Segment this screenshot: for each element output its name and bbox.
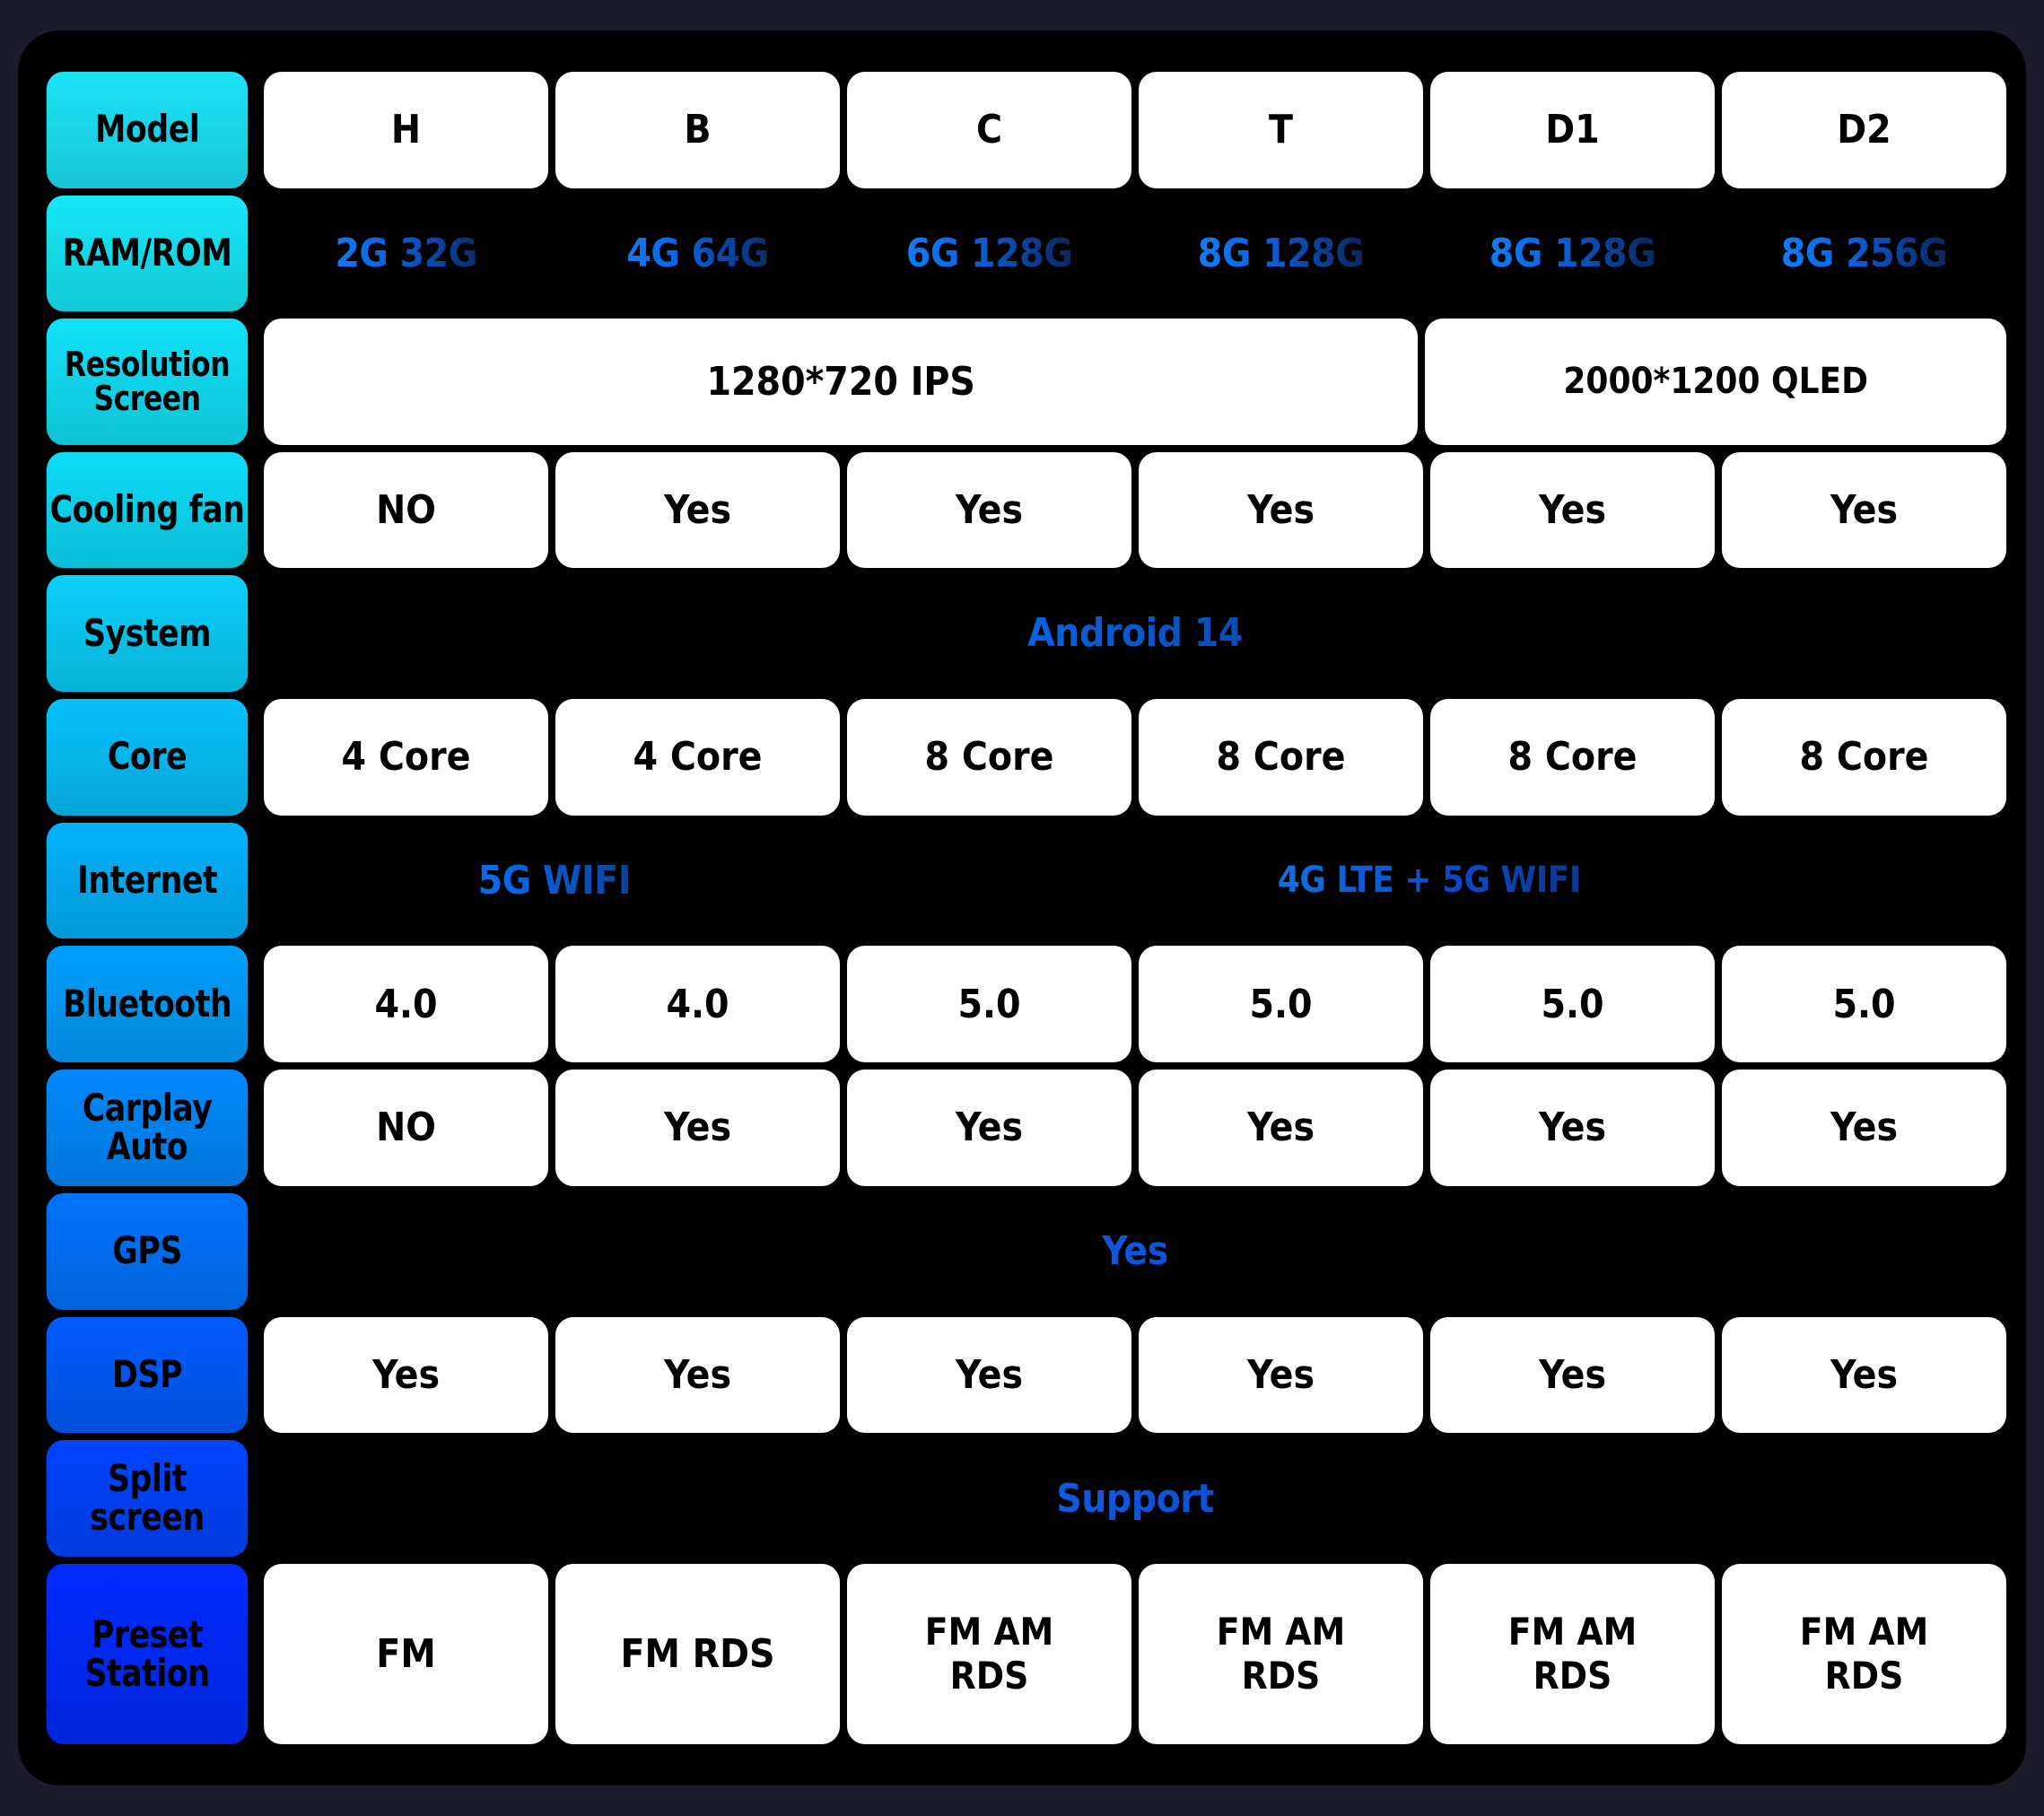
table-cell: 2000*1200 QLED (1425, 319, 2006, 445)
row-label-internet: Internet (46, 822, 249, 939)
table-row: Bluetooth 4.0 4.0 5.0 5.0 5.0 5.0 (38, 946, 2006, 1063)
table-cell: Yes (847, 1070, 1131, 1186)
table-cell: 6G 128G (847, 196, 1131, 312)
table-cell: Yes (1722, 1070, 2006, 1186)
table-cell: 4 Core (555, 698, 840, 816)
row-label-dsp: DSP (46, 1316, 249, 1434)
table-cell: FM AM RDS (1430, 1564, 1715, 1745)
table-cell: 8 Core (1139, 698, 1423, 816)
row-label-split-screen: Split screen (46, 1440, 249, 1557)
spec-table-frame: Model H B C T D1 D2 RAM/ROM 2G 32G 4G 64G 6G 128G 8… (18, 31, 2026, 1785)
table-cell: Yes (1139, 1316, 1423, 1434)
table-cell: Yes (1722, 1316, 2006, 1434)
row-label-preset-station: Preset Station (46, 1564, 249, 1745)
table-cell: Yes (847, 451, 1131, 569)
table-cell: NO (264, 1070, 548, 1186)
table-cell: Yes (1430, 451, 1715, 569)
table-cell: 4G LTE + 5G WIFI (852, 823, 2006, 939)
table-row: Core 4 Core 4 Core 8 Core 8 Core 8 Core 8 Core (38, 698, 2006, 816)
table-cell: FM RDS (555, 1564, 840, 1745)
table-cell: 8G 128G (1139, 196, 1423, 312)
table-cell: 5.0 (1430, 946, 1715, 1063)
table-row: Split screen Support (38, 1440, 2006, 1557)
table-cell: FM (264, 1564, 548, 1745)
table-cell: 4.0 (264, 946, 548, 1063)
table-cell: FM AM RDS (1722, 1564, 2006, 1745)
table-row: System Android 14 (38, 575, 2006, 692)
table-cell: NO (264, 451, 548, 569)
table-row: DSP Yes Yes Yes Yes Yes Yes (38, 1316, 2006, 1434)
table-cell: Yes (555, 1070, 840, 1186)
row-label-ram-rom: RAM/ROM (46, 195, 249, 312)
table-cell: T (1139, 72, 1423, 188)
row-label-gps: GPS (46, 1192, 249, 1310)
row-label-cooling-fan: Cooling fan (46, 451, 249, 569)
table-cell: D1 (1430, 72, 1715, 188)
table-cell: H (264, 72, 548, 188)
table-row: Resolution Screen 1280*720 IPS 2000*1200 Q… (38, 319, 2006, 445)
table-cell: FM AM RDS (1139, 1564, 1423, 1745)
table-cell: 5.0 (1722, 946, 2006, 1063)
table-cell: Yes (1139, 1070, 1423, 1186)
table-cell: 5G WIFI (264, 823, 845, 939)
table-cell: 5.0 (1139, 946, 1423, 1063)
table-row: GPS Yes (38, 1192, 2006, 1310)
table-cell: Yes (1430, 1070, 1715, 1186)
table-cell: 8 Core (1722, 698, 2006, 816)
table-cell: 4 Core (264, 698, 548, 816)
table-cell: D2 (1722, 72, 2006, 188)
row-label-bluetooth: Bluetooth (46, 946, 249, 1063)
table-row: RAM/ROM 2G 32G 4G 64G 6G 128G 8G 128G 8G 128G… (38, 195, 2006, 312)
table-cell: 4.0 (555, 946, 840, 1063)
row-label-resolution-screen: Resolution Screen (46, 319, 249, 445)
table-cell: 8 Core (1430, 698, 1715, 816)
table-cell: 8G 128G (1430, 196, 1715, 312)
table-row: Internet 5G WIFI 4G LTE + 5G WIFI (38, 822, 2006, 939)
table-cell: B (555, 72, 840, 188)
table-cell: 8G 256G (1722, 196, 2006, 312)
page-root: Model H B C T D1 D2 RAM/ROM 2G 32G 4G 64G 6G 128G 8… (0, 0, 2044, 1816)
table-cell: Yes (264, 1193, 2006, 1310)
table-cell: 1280*720 IPS (264, 319, 1419, 445)
row-label-model: Model (46, 72, 249, 188)
table-cell: Yes (1430, 1316, 1715, 1434)
row-label-carplay-auto: Carplay Auto (46, 1070, 249, 1186)
table-cell: Android 14 (264, 575, 2006, 692)
table-row: Preset Station FM FM RDS FM AM RDS FM AM RDS… (38, 1564, 2006, 1745)
table-cell: C (847, 72, 1131, 188)
table-cell: 8 Core (847, 698, 1131, 816)
table-cell: Yes (264, 1316, 548, 1434)
table-cell: Support (264, 1440, 2006, 1557)
table-cell: Yes (555, 1316, 840, 1434)
table-cell: FM AM RDS (847, 1564, 1131, 1745)
table-cell: Yes (1722, 451, 2006, 569)
row-label-core: Core (46, 698, 249, 816)
table-cell: 5.0 (847, 946, 1131, 1063)
table-row: Carplay Auto NO Yes Yes Yes Yes Yes (38, 1070, 2006, 1186)
table-cell: Yes (847, 1316, 1131, 1434)
row-label-system: System (46, 575, 249, 692)
table-cell: 2G 32G (264, 196, 548, 312)
table-cell: Yes (1139, 451, 1423, 569)
table-row: Cooling fan NO Yes Yes Yes Yes Yes (38, 451, 2006, 569)
table-cell: Yes (555, 451, 840, 569)
spec-comparison-table: Model H B C T D1 D2 RAM/ROM 2G 32G 4G 64G 6G 128G 8… (38, 72, 2006, 1745)
table-row: Model H B C T D1 D2 (38, 72, 2006, 188)
table-cell: 4G 64G (555, 196, 840, 312)
